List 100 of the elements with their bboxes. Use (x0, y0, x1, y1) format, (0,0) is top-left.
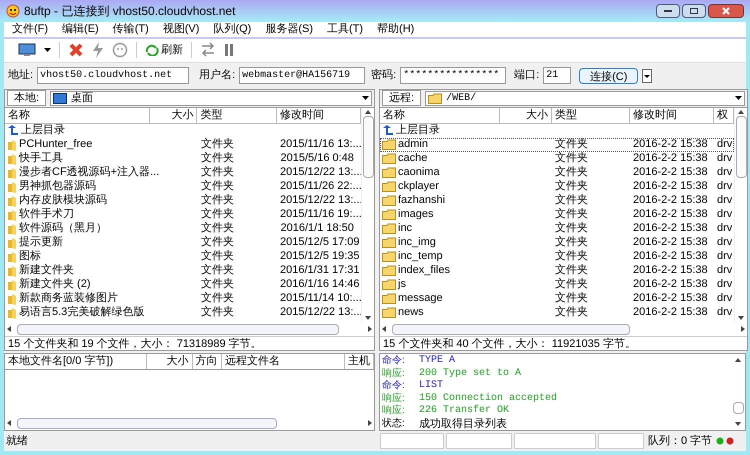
maximize-button[interactable] (682, 4, 706, 18)
file-name: 新建文件夹 (2) (19, 276, 90, 292)
input-field[interactable]: **************** (400, 67, 506, 84)
column-header[interactable]: 大小 (150, 108, 198, 123)
face-icon[interactable] (112, 42, 128, 58)
table-cell-text: 2015/12/22 13:... (279, 193, 361, 208)
transfer-icon[interactable] (200, 42, 216, 58)
file-row[interactable]: 新建文件夹 (2) 文件夹 2016/1/16 14:46 (5, 278, 361, 292)
file-row[interactable]: 男神抓包器源码 文件夹 2015/11/26 22:... (5, 180, 361, 194)
file-row[interactable]: inc_temp 文件夹 2016-2-2 15:38 drv (380, 250, 734, 264)
file-row[interactable]: inc 文件夹 2016-2-2 15:38 drv (380, 222, 734, 236)
scroll-right-icon[interactable] (368, 326, 372, 332)
table-cell-text: 文件夹 (554, 164, 589, 180)
file-row[interactable]: 漫步者CF透视源码+注入器... 文件夹 2015/12/22 13:... (5, 166, 361, 180)
lightning-icon[interactable] (92, 42, 104, 58)
file-row[interactable]: 快手工具 文件夹 2015/5/16 0:48 (5, 152, 361, 166)
menu-item[interactable]: 编辑(E) (62, 21, 99, 38)
table-cell-text: 2016/1/1 18:50 (280, 221, 355, 236)
file-row[interactable]: images 文件夹 2016-2-2 15:38 drv (380, 208, 734, 222)
file-name: caonima (398, 165, 440, 180)
connect-button[interactable]: 连接(C) (579, 68, 638, 84)
file-row[interactable]: 提示更新 文件夹 2015/12/5 17:09 (5, 236, 361, 250)
dropdown-caret-icon[interactable] (735, 96, 742, 100)
file-row[interactable]: 新建文件夹 文件夹 2016/1/31 17:31 (5, 264, 361, 278)
monitor-icon[interactable] (18, 43, 36, 58)
column-header[interactable]: 本地文件名[0/0 字节]) (5, 354, 148, 370)
horizontal-scrollbar-thumb[interactable] (17, 418, 277, 429)
status-panel (446, 433, 512, 450)
scroll-left-icon[interactable] (7, 420, 11, 426)
menu-item[interactable]: 文件(F) (12, 21, 48, 38)
file-name: 男神抓包器源码 (19, 179, 96, 194)
dropdown-caret-icon[interactable] (362, 96, 369, 100)
column-header[interactable]: 权 (714, 108, 734, 123)
folder-icon (7, 152, 17, 165)
input-field[interactable]: webmaster@HA156719 (239, 67, 366, 84)
minimize-button[interactable] (656, 4, 680, 18)
menu-item[interactable]: 帮助(H) (377, 21, 414, 38)
path-combo-box[interactable]: /WEB/ (425, 90, 745, 106)
column-header[interactable]: 大小 (147, 354, 193, 370)
file-row[interactable]: message 文件夹 2016-2-2 15:38 drv (380, 292, 734, 306)
column-header[interactable]: 修改时间 (630, 108, 714, 123)
table-cell-text: 2016-2-2 15:38 (632, 291, 709, 306)
table-cell-text: drv (716, 179, 734, 194)
column-header[interactable]: 远程文件名 (222, 354, 345, 370)
file-row[interactable]: 图标 文件夹 2015/12/5 19:35 (5, 250, 361, 264)
input-field[interactable]: 21 (543, 67, 572, 84)
file-row[interactable]: fazhanshi 文件夹 2016-2-2 15:38 drv (380, 194, 734, 208)
vertical-scrollbar-thumb[interactable] (732, 402, 744, 414)
file-row[interactable]: js 文件夹 2016-2-2 15:38 drv (380, 278, 734, 292)
column-header[interactable]: 主机 (345, 354, 374, 370)
scroll-up-icon[interactable] (735, 358, 741, 362)
table-cell-text: 2016/1/31 17:31 (279, 263, 361, 278)
table-cell-text: 文件夹 (554, 206, 589, 222)
menu-item[interactable]: 视图(V) (162, 21, 200, 38)
parent-directory-item[interactable]: 上层目录 (380, 124, 734, 138)
column-header[interactable]: 类型 (197, 108, 278, 123)
file-row[interactable]: 内存皮肤模块源码 文件夹 2015/12/22 13:... (5, 194, 361, 208)
pause-icon[interactable] (224, 43, 234, 58)
disconnect-icon[interactable] (68, 42, 84, 58)
file-row[interactable]: 软件源码（黑月） 文件夹 2016/1/1 18:50 (5, 222, 361, 236)
menu-item[interactable]: 服务器(S) (265, 21, 313, 38)
file-row[interactable]: 新款商务蓝装修图片 文件夹 2015/11/14 10:... (5, 292, 361, 306)
file-row[interactable]: 软件手术刀 文件夹 2015/11/16 19:... (5, 208, 361, 222)
parent-directory-item[interactable]: 上层目录 (5, 124, 361, 138)
close-button[interactable] (708, 4, 744, 18)
path-combo-box[interactable]: 桌面 (50, 90, 372, 106)
file-row[interactable]: index_files 文件夹 2016-2-2 15:38 drv (380, 264, 734, 278)
refresh-button[interactable]: 刷新 (145, 42, 183, 59)
file-row[interactable]: cache 文件夹 2016-2-2 15:38 drv (380, 152, 734, 166)
horizontal-scrollbar-thumb[interactable] (392, 324, 630, 335)
file-row[interactable]: admin 文件夹 2016-2-2 15:38 drv (380, 138, 734, 152)
file-row[interactable]: news 文件夹 2016-2-2 15:38 drv (380, 306, 734, 320)
scroll-down-icon[interactable] (738, 316, 744, 320)
menu-item[interactable]: 队列(Q) (213, 21, 252, 38)
scroll-left-icon[interactable] (382, 326, 386, 332)
vertical-scrollbar-thumb[interactable] (362, 116, 374, 178)
menu-item[interactable]: 工具(T) (327, 21, 364, 38)
horizontal-scrollbar-thumb[interactable] (17, 324, 339, 335)
scroll-down-icon[interactable] (735, 422, 741, 426)
scroll-right-icon[interactable] (368, 420, 372, 426)
column-header[interactable]: 类型 (552, 108, 630, 123)
file-row[interactable]: 易语言5.3完美破解绿色版 文件夹 2015/12/22 13:... (5, 306, 361, 320)
menu-item[interactable]: 传输(T) (112, 21, 149, 38)
scroll-right-icon[interactable] (741, 326, 745, 332)
scroll-down-icon[interactable] (365, 316, 371, 320)
vertical-scrollbar-thumb[interactable] (736, 116, 746, 178)
column-header[interactable]: 名称 (5, 108, 150, 123)
file-row[interactable]: ckplayer 文件夹 2016-2-2 15:38 drv (380, 180, 734, 194)
column-header[interactable]: 方向 (192, 354, 222, 370)
input-field[interactable]: vhost50.cloudvhost.net (37, 67, 190, 84)
table-cell-text: 文件夹 (554, 178, 589, 194)
column-header[interactable]: 名称 (380, 108, 500, 123)
file-row[interactable]: inc_img 文件夹 2016-2-2 15:38 drv (380, 236, 734, 250)
dropdown-button-icon[interactable] (642, 68, 652, 83)
dropdown-caret-icon[interactable] (44, 48, 51, 52)
scroll-left-icon[interactable] (7, 326, 11, 332)
file-row[interactable]: PCHunter_free 文件夹 2015/11/16 13:... (5, 138, 361, 152)
file-row[interactable]: caonima 文件夹 2016-2-2 15:38 drv (380, 166, 734, 180)
column-header[interactable]: 修改时间 (277, 108, 361, 123)
column-header[interactable]: 大小 (500, 108, 552, 123)
